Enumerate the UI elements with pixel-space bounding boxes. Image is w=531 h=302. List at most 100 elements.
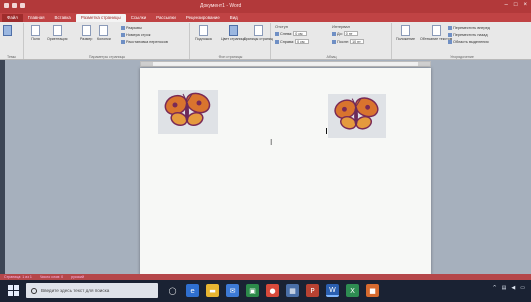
tab-view[interactable]: Вид (225, 14, 243, 22)
bring-forward-button[interactable]: Переместить вперед (448, 26, 490, 30)
hyphenation-label: Расстановка переносов (126, 40, 168, 44)
indent-left-icon (275, 31, 279, 36)
ruler-left-margin[interactable] (141, 62, 153, 66)
page-setup-group-label: Параметры страницы (88, 55, 126, 59)
page-borders-icon (253, 25, 263, 36)
maximize-icon[interactable]: □ (514, 2, 518, 8)
spacing-after-row: После: 10 пт (332, 39, 365, 44)
task-view-icon[interactable]: ◯ (166, 284, 179, 297)
columns-label: Колонки (97, 37, 111, 41)
spacing-after-label: После: (337, 39, 350, 44)
bring-forward-icon (448, 26, 452, 30)
window-controls: – □ × (505, 2, 527, 8)
indent-left-row: Слева: 0 см (275, 31, 308, 36)
position-button[interactable]: Положение (396, 25, 415, 41)
columns-icon (99, 25, 109, 36)
close-icon[interactable]: × (523, 2, 527, 8)
horizontal-ruler[interactable] (140, 61, 431, 67)
margins-button[interactable]: Поля (31, 25, 40, 41)
send-backward-label: Переместить назад (453, 33, 488, 37)
selection-pane-button[interactable]: Область выделения (448, 40, 489, 44)
calculator-icon[interactable]: ▦ (286, 284, 299, 297)
app-icon[interactable]: ■ (366, 284, 379, 297)
tab-page-layout[interactable]: Разметка страницы (75, 14, 126, 22)
file-explorer-icon[interactable]: ▬ (206, 284, 219, 297)
redo-icon[interactable] (20, 3, 25, 8)
line-numbers-icon (121, 33, 125, 37)
page-color-button[interactable]: Цвет страницы (221, 25, 246, 41)
themes-group-label: Темы (6, 55, 17, 59)
themes-button[interactable] (3, 25, 12, 37)
taskbar-search[interactable]: Введите здесь текст для поиска (26, 283, 158, 298)
breaks-button[interactable]: Разрывы (121, 26, 142, 30)
notification-icon[interactable]: ▭ (520, 285, 525, 291)
spacing-after-icon (332, 39, 336, 44)
volume-icon[interactable]: ◀ (511, 285, 515, 291)
page-color-label: Цвет страницы (221, 37, 247, 41)
orientation-button[interactable]: Ориентация (47, 25, 67, 41)
save-icon[interactable] (4, 3, 9, 8)
paragraph-group-label: Абзац (326, 55, 337, 59)
screen: Документ1 - Word – □ × Файл Главная Вста… (0, 0, 531, 302)
edge-browser-icon[interactable]: e (186, 284, 199, 297)
tab-file[interactable]: Файл (2, 14, 23, 22)
search-icon (31, 287, 37, 294)
size-icon (81, 25, 91, 36)
indent-header: Отступ (275, 24, 288, 29)
left-edge (0, 60, 5, 274)
indent-right-input[interactable]: 0 см (295, 39, 310, 44)
indent-right-label: Справа: (280, 39, 295, 44)
send-backward-button[interactable]: Переместить назад (448, 33, 488, 37)
mail-icon[interactable]: ✉ (226, 284, 239, 297)
page-borders-button[interactable]: Границы страниц (244, 25, 273, 41)
document-page[interactable]: Ι (140, 68, 431, 276)
themes-icon (3, 25, 12, 36)
indent-right-row: Справа: 0 см (275, 39, 310, 44)
chrome-browser-icon[interactable]: ● (266, 284, 279, 297)
ribbon-tabs: Файл Главная Вставка Разметка страницы С… (0, 13, 531, 22)
position-label: Положение (396, 37, 415, 41)
indent-left-input[interactable]: 0 см (293, 31, 308, 36)
margins-icon (31, 25, 40, 36)
columns-button[interactable]: Колонки (97, 25, 111, 41)
quick-access-toolbar (4, 3, 25, 8)
size-button[interactable]: Размер (80, 25, 92, 41)
chevron-up-icon[interactable]: ^ (492, 285, 496, 291)
start-button[interactable] (8, 285, 19, 296)
orientation-icon (52, 25, 62, 36)
word-app-icon[interactable]: W (326, 284, 339, 297)
tab-review[interactable]: Рецензирование (181, 14, 225, 22)
line-numbers-button[interactable]: Номера строк (121, 33, 150, 37)
breaks-icon (121, 26, 125, 30)
title-bar: Документ1 - Word – □ × (0, 0, 531, 13)
powerpoint-icon[interactable]: P (306, 284, 319, 297)
indent-left-label: Слева: (280, 31, 293, 36)
bring-forward-label: Переместить вперед (453, 26, 490, 30)
ruler-right-margin[interactable] (418, 62, 430, 66)
tab-references[interactable]: Ссылки (126, 14, 151, 22)
undo-icon[interactable] (12, 3, 17, 8)
hyphenation-icon (121, 40, 125, 44)
watermark-button[interactable]: Подложка (195, 25, 212, 41)
excel-icon[interactable]: X (346, 284, 359, 297)
tab-mailings[interactable]: Рассылки (151, 14, 181, 22)
spacing-before-input[interactable]: 0 пт (343, 31, 358, 36)
margins-label: Поля (31, 37, 40, 41)
themes-group: Темы (0, 23, 24, 59)
spacing-after-input[interactable]: 10 пт (350, 39, 365, 44)
page-color-icon (229, 25, 239, 36)
page-background-group-label: Фон страницы (218, 55, 243, 59)
minimize-icon[interactable]: – (505, 2, 508, 8)
page-borders-label: Границы страниц (244, 37, 273, 41)
butterfly-image-left[interactable] (158, 90, 218, 134)
butterfly-image-right[interactable] (328, 94, 386, 138)
hyphenation-button[interactable]: Расстановка переносов (121, 40, 168, 44)
taskbar: Введите здесь текст для поиска ◯ e ▬ ✉ ▣… (0, 280, 531, 302)
store-icon[interactable]: ▣ (246, 284, 259, 297)
network-icon[interactable]: ▤ (502, 285, 507, 291)
spacing-before-icon (332, 31, 336, 36)
tab-insert[interactable]: Вставка (50, 14, 76, 22)
tab-home[interactable]: Главная (23, 14, 50, 22)
breaks-label: Разрывы (126, 26, 142, 30)
taskbar-search-placeholder: Введите здесь текст для поиска (41, 288, 110, 293)
